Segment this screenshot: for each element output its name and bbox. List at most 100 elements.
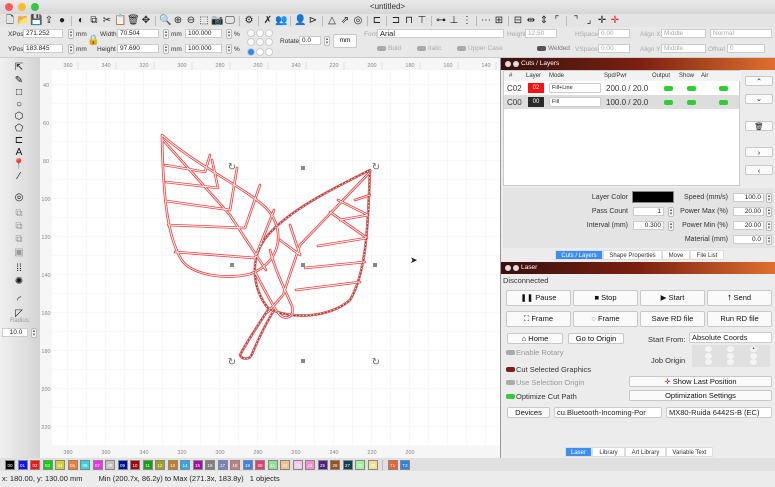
column-header[interactable]: Layer (526, 71, 541, 81)
palette-swatch-24[interactable]: 24 (305, 459, 315, 470)
trace-icon[interactable]: ◐ (75, 15, 87, 27)
trash-icon[interactable]: 🗑 (127, 15, 140, 27)
job-origin-radio[interactable] (750, 352, 758, 359)
units-toggle-button[interactable]: mm (333, 34, 357, 48)
space-v-icon[interactable]: ⇕ (538, 15, 550, 27)
power-min-input[interactable]: 20.00 (733, 221, 764, 230)
home-button[interactable]: ⌂ Home (507, 333, 563, 344)
palette-swatch-01[interactable]: 01 (17, 459, 28, 470)
radius-stepper[interactable]: ▴ ▾ (31, 328, 37, 338)
anchor-point-radio[interactable] (265, 29, 273, 37)
align-top-icon[interactable]: ⊤ (416, 15, 428, 27)
run-rd-button[interactable]: Run RD file (707, 311, 772, 327)
tab-file-list[interactable]: File List (690, 250, 724, 260)
scale-handle[interactable] (373, 263, 377, 267)
job-origin-radio[interactable] (750, 359, 758, 366)
canvas-drawing[interactable]: 360 340 320 300 280 260 240 220 200 180 160 140 380 3… (40, 58, 500, 458)
align-middle-icon[interactable]: ⊶ (435, 15, 447, 27)
ypos-input[interactable]: 183.845 (23, 44, 63, 53)
move-layer-down-button[interactable]: ⌄ (745, 94, 773, 104)
palette-swatch-25[interactable]: 25 (317, 459, 328, 470)
zoom-out-icon[interactable]: ⊖ (185, 15, 197, 27)
export-icon[interactable]: ⇪ (43, 15, 55, 27)
palette-swatch-02[interactable]: 02 (30, 459, 40, 470)
tools-icon[interactable]: ✗ (262, 15, 274, 27)
xpos-input[interactable]: 271.252 (23, 29, 63, 38)
air-toggle[interactable] (719, 86, 728, 91)
palette-swatch-T1[interactable]: T1 (387, 459, 398, 470)
column-header[interactable]: Show (679, 71, 694, 81)
job-origin-radio[interactable] (704, 359, 712, 366)
corner-round-icon[interactable]: ◜ (12, 295, 26, 307)
corner-tr-icon[interactable]: ⌝ (570, 15, 582, 27)
offset-icon[interactable]: ◎ (12, 192, 26, 204)
column-header[interactable]: Mode (549, 71, 564, 81)
corner-chamfer-icon[interactable]: ◸ (12, 308, 26, 320)
align-y-select[interactable]: Middle (661, 44, 706, 53)
ypos-stepper[interactable]: ▴ ▾ (68, 44, 74, 54)
mirror-h-icon[interactable]: ⊳ (307, 15, 319, 27)
pause-button[interactable]: ❚❚ Pause (506, 290, 571, 306)
close-window-button[interactable] (5, 3, 13, 11)
palette-swatch-08[interactable]: 08 (105, 459, 115, 470)
power-max-stepper[interactable]: ▴ ▾ (766, 207, 772, 217)
palette-swatch-20[interactable]: 20 (255, 459, 265, 470)
job-origin-radio[interactable] (727, 359, 735, 366)
align-left-icon[interactable]: ⊏ (371, 15, 383, 27)
space-h-icon[interactable]: ⇹ (525, 15, 537, 27)
tab-move[interactable]: Move (662, 250, 690, 260)
scale-handle[interactable] (230, 263, 234, 267)
devices-button[interactable]: Devices (507, 407, 550, 418)
align-bottom-icon[interactable]: ⊥ (448, 15, 460, 27)
move-icon[interactable]: ✥ (140, 15, 152, 27)
rotate-handle-icon[interactable]: ↻ (372, 162, 380, 173)
text-icon[interactable]: A (12, 147, 26, 159)
stop-button[interactable]: ■ Stop (573, 290, 638, 306)
weld-icon[interactable]: ▣ (12, 247, 26, 259)
output-toggle[interactable] (664, 86, 673, 91)
italic-toggle[interactable] (417, 46, 426, 51)
material-stepper[interactable]: ▴ ▾ (766, 235, 772, 245)
close-panel-icon[interactable] (505, 265, 511, 271)
corner-tl-icon[interactable]: ⌜ (551, 15, 563, 27)
palette-swatch-09[interactable]: 09 (117, 459, 128, 470)
frame-circle-button[interactable]: ◌ Frame (573, 311, 638, 327)
output-toggle[interactable] (664, 100, 673, 105)
open-folder-icon[interactable]: 📂 (17, 15, 29, 27)
tab-shape-properties[interactable]: Shape Properties (603, 250, 662, 260)
align-x-select[interactable]: Middle (661, 29, 706, 38)
palette-swatch-16[interactable]: 16 (205, 459, 215, 470)
power-max-input[interactable]: 20.00 (733, 207, 764, 216)
grid-array-icon[interactable]: ⁞⁞ (12, 263, 26, 275)
target-icon[interactable]: ◎ (352, 15, 364, 27)
scissors-icon[interactable]: ✂ (101, 15, 113, 27)
palette-swatch-12[interactable]: 12 (155, 459, 165, 470)
start-button[interactable]: ▶ Start (640, 290, 705, 306)
edit-nodes-icon[interactable]: ⬠ (12, 123, 26, 135)
save-icon[interactable]: 💾 (30, 15, 42, 27)
interval-input[interactable]: 0.300 (633, 221, 664, 230)
palette-swatch-29[interactable]: 29 (367, 459, 378, 470)
rotate-handle-icon[interactable]: ↻ (228, 162, 236, 173)
palette-swatch-23[interactable]: 23 (292, 459, 303, 470)
tab-icon[interactable]: ⊏ (12, 135, 26, 147)
palette-swatch-18[interactable]: 18 (230, 459, 240, 470)
anchor-point-radio[interactable] (247, 47, 255, 56)
palette-swatch-26[interactable]: 26 (330, 459, 340, 470)
minimize-window-button[interactable] (18, 3, 26, 11)
design-canvas[interactable]: 360 340 320 300 280 260 240 220 200 180 160 140 380 3… (40, 58, 500, 458)
scale-handle[interactable] (301, 263, 305, 267)
pencil-icon[interactable]: ✎ (12, 75, 26, 87)
vspace-input[interactable]: 0.00 (598, 44, 630, 53)
select-arrow-icon[interactable]: ⇱ (12, 62, 26, 74)
distribute-v-icon[interactable]: ⋯ (480, 15, 492, 27)
select-frame-icon[interactable]: ⬚ (198, 15, 210, 27)
expand-right-button[interactable]: › (745, 147, 773, 157)
text-mode-select[interactable]: Normal (710, 29, 772, 38)
align-center-icon[interactable]: ⊐ (390, 15, 402, 27)
send-button[interactable]: ⭡ Send (707, 290, 772, 306)
go-to-origin-button[interactable]: Go to Origin (568, 333, 624, 344)
palette-swatch-03[interactable]: 03 (42, 459, 53, 470)
delete-layer-button[interactable]: 🗑 (745, 121, 773, 131)
optimization-settings-button[interactable]: Optimization Settings (629, 390, 772, 401)
